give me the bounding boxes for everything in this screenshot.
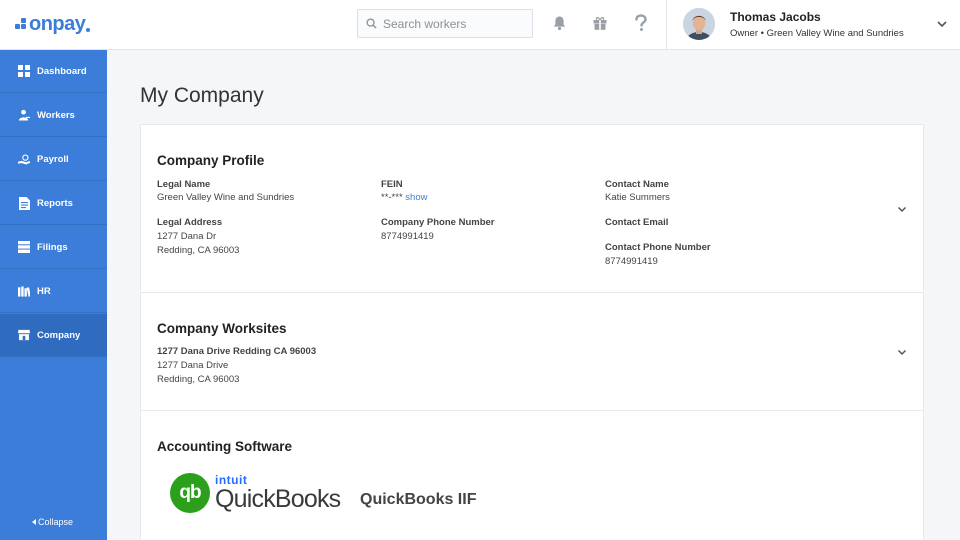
search-icon [366, 18, 377, 29]
worksite-line1: 1277 Dana Drive [157, 360, 229, 371]
company-phone-label: Company Phone Number [381, 217, 495, 228]
user-name[interactable]: Thomas Jacobs [730, 10, 821, 24]
collapse-label: Collapse [38, 517, 74, 527]
contact-name-label: Contact Name [605, 179, 669, 190]
search-box[interactable] [357, 9, 533, 38]
fein-value: **-*** show [381, 191, 427, 205]
accounting-software-card: Accounting Software qb intuit QuickBooks… [140, 410, 924, 540]
top-header: onpay Search workers Thomas Jacobs Owner… [0, 0, 960, 50]
sidebar-item-label: Payroll [37, 153, 69, 165]
legal-address-line2: Redding, CA 96003 [157, 245, 240, 256]
quickbooks-logo: qb intuit QuickBooks [170, 473, 353, 513]
accounting-software-name: QuickBooks IIF [360, 491, 477, 508]
bell-icon[interactable] [550, 14, 568, 32]
sidebar-item-hr[interactable]: HR [0, 270, 107, 313]
chevron-down-icon[interactable] [935, 17, 949, 31]
sidebar-item-label: Workers [37, 109, 75, 121]
fein-show-link[interactable]: show [405, 192, 427, 203]
legal-address-label: Legal Address [157, 217, 223, 228]
sidebar: Dashboard Workers Payroll Reports Filing… [0, 50, 107, 540]
section-title: Company Worksites [157, 321, 287, 336]
quickbooks-mark-icon: qb [170, 473, 210, 513]
dashboard-icon [18, 65, 30, 77]
legal-name-label: Legal Name [157, 179, 211, 190]
fein-label: FEIN [381, 179, 403, 190]
quickbooks-wordmark: intuit QuickBooks [215, 473, 353, 513]
sidebar-item-label: HR [37, 285, 51, 297]
sidebar-item-filings[interactable]: Filings [0, 226, 107, 269]
filings-icon [18, 241, 30, 253]
legal-name-value: Green Valley Wine and Sundries [157, 192, 295, 203]
user-avatar[interactable] [683, 8, 715, 40]
onpay-logo[interactable]: onpay [15, 12, 91, 36]
sidebar-item-dashboard[interactable]: Dashboard [0, 50, 107, 93]
expand-profile-chevron-icon[interactable] [896, 203, 908, 215]
quickbooks-mark-text: qb [179, 482, 201, 503]
company-icon [18, 329, 30, 341]
expand-worksites-chevron-icon[interactable] [896, 346, 908, 358]
worksite-name: 1277 Dana Drive Redding CA 96003 [157, 346, 317, 357]
sidebar-item-label: Company [37, 329, 81, 341]
company-worksites-card: Company Worksites 1277 Dana Drive Reddin… [140, 292, 924, 411]
hr-icon [18, 285, 30, 297]
caret-left-icon [32, 519, 36, 525]
header-divider [666, 0, 667, 50]
sidebar-item-label: Dashboard [37, 65, 87, 77]
help-icon[interactable] [632, 14, 650, 32]
sidebar-item-workers[interactable]: Workers [0, 94, 107, 137]
sidebar-item-reports[interactable]: Reports [0, 182, 107, 225]
sidebar-item-label: Filings [37, 241, 68, 253]
sidebar-item-label: Reports [37, 197, 73, 209]
quickbooks-brand-text: QuickBooks [215, 485, 341, 513]
worksite-line2: Redding, CA 96003 [157, 374, 240, 385]
workers-icon [18, 109, 30, 121]
company-profile-card: Company Profile Legal Name Green Valley … [140, 124, 924, 293]
contact-phone-value: 8774991419 [605, 256, 658, 267]
section-title: Company Profile [157, 153, 265, 168]
logo-mark-icon [15, 17, 27, 31]
contact-phone-label: Contact Phone Number [605, 242, 711, 253]
reports-icon [18, 196, 30, 210]
logo-dot [86, 28, 91, 32]
legal-address-line1: 1277 Dana Dr [157, 231, 217, 242]
logo-text: onpay [29, 12, 86, 35]
payroll-icon [18, 153, 30, 165]
gift-icon[interactable] [591, 14, 609, 32]
company-phone-value: 8774991419 [381, 231, 434, 242]
collapse-button[interactable]: Collapse [32, 517, 73, 527]
contact-email-label: Contact Email [605, 217, 669, 228]
sidebar-item-company[interactable]: Company [0, 314, 107, 357]
user-role: Owner • Green Valley Wine and Sundries [730, 28, 904, 39]
page-title: My Company [140, 84, 264, 107]
sidebar-item-payroll[interactable]: Payroll [0, 138, 107, 181]
section-title: Accounting Software [157, 439, 293, 454]
fein-masked: **-*** [381, 192, 403, 203]
search-input[interactable] [383, 16, 523, 31]
contact-name-value: Katie Summers [605, 192, 670, 203]
